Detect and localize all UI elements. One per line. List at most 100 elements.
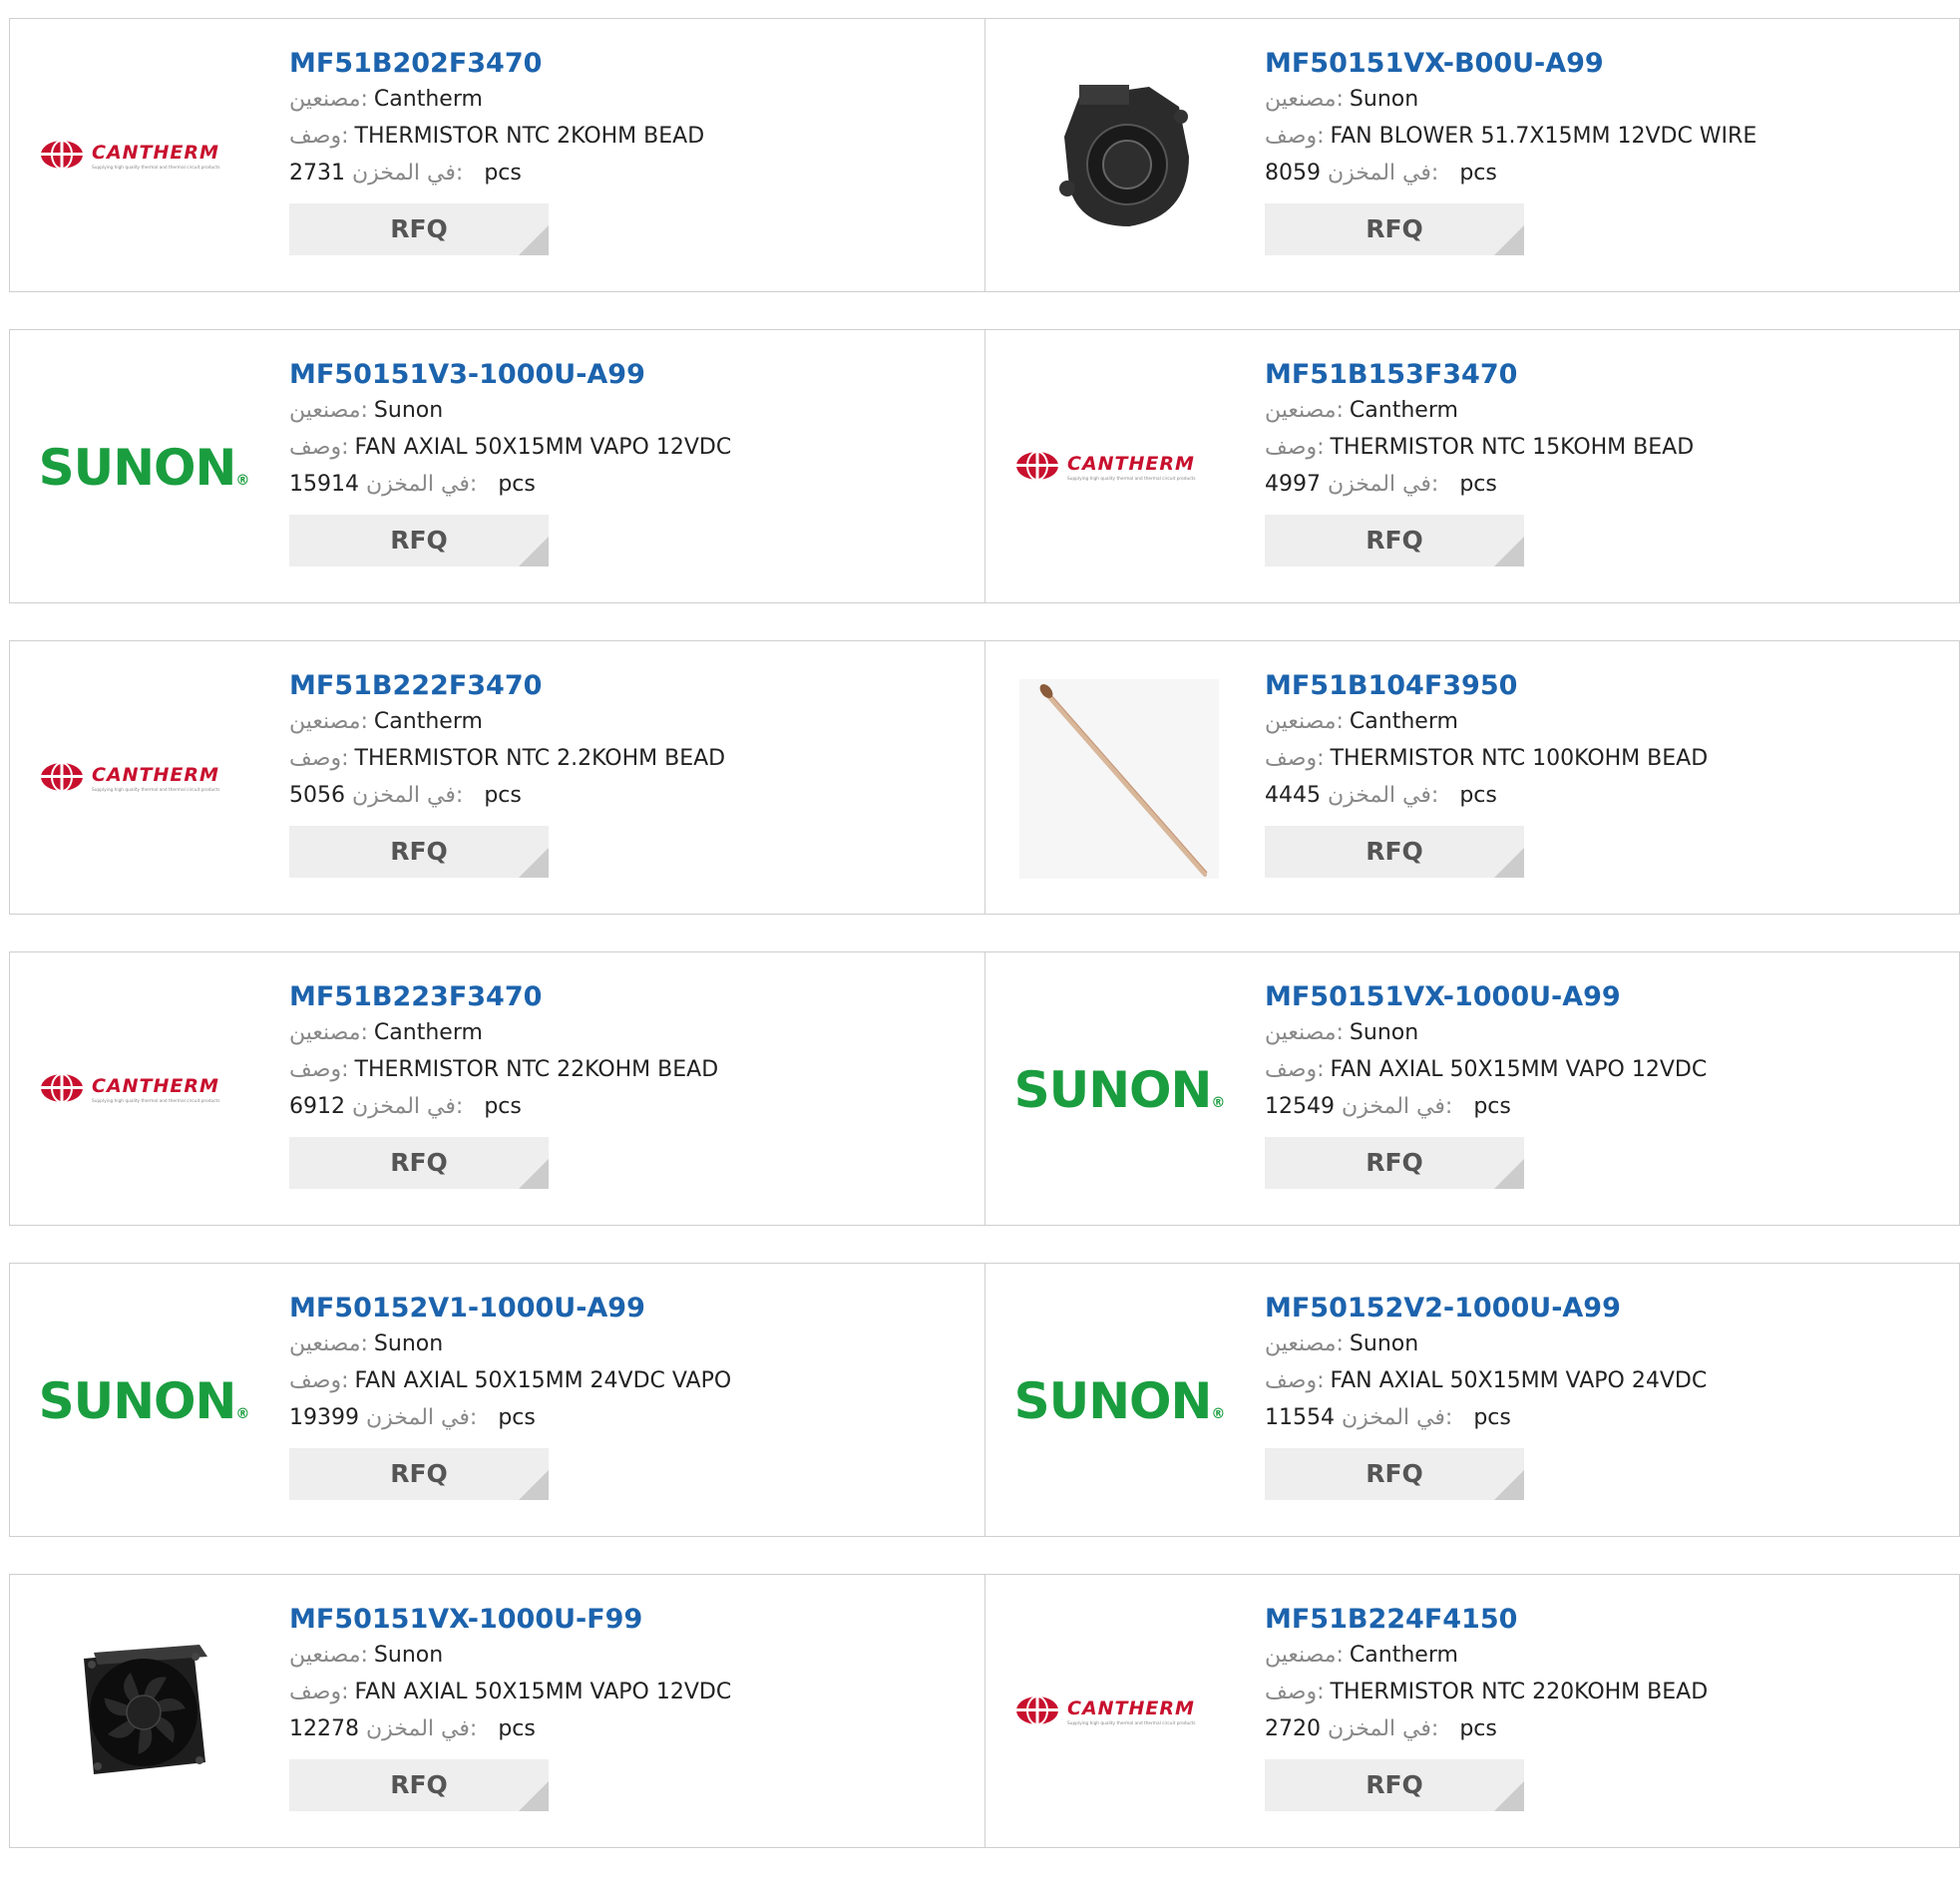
rfq-button[interactable]: RFQ bbox=[289, 515, 549, 566]
product-image[interactable]: SUNON® bbox=[39, 394, 250, 542]
description-label: وصف: bbox=[289, 435, 349, 460]
manufacturer-label: مصنعين: bbox=[289, 398, 368, 423]
stock-label: في المخزن: bbox=[352, 1094, 464, 1119]
manufacturer-row: مصنعين: Cantherm bbox=[289, 85, 968, 122]
stock-row: 5056 في المخزن: pcs bbox=[289, 781, 968, 818]
manufacturer-label: مصنعين: bbox=[1265, 87, 1344, 112]
rfq-button[interactable]: RFQ bbox=[1265, 203, 1524, 255]
description-value: THERMISTOR NTC 2.2KOHM BEAD bbox=[354, 746, 726, 771]
svg-text:CANTHERM: CANTHERM bbox=[92, 142, 219, 164]
rfq-button[interactable]: RFQ bbox=[289, 1137, 549, 1189]
manufacturer-label: مصنعين: bbox=[1265, 709, 1344, 734]
rfq-label: RFQ bbox=[390, 1148, 448, 1177]
stock-label: في المخزن: bbox=[352, 161, 464, 186]
rfq-button[interactable]: RFQ bbox=[289, 1448, 549, 1500]
product-image[interactable] bbox=[40, 1639, 247, 1786]
cantherm-logo: CANTHERMSupplying high quality thermal a… bbox=[1016, 451, 1196, 482]
button-corner-decoration bbox=[1494, 1781, 1524, 1811]
axial-fan-image bbox=[84, 1645, 207, 1774]
stock-value: 4997 bbox=[1265, 472, 1321, 497]
manufacturer-value: Cantherm bbox=[1349, 398, 1458, 423]
part-number-link[interactable]: MF51B222F3470 bbox=[289, 669, 968, 707]
description-row: وصف: THERMISTOR NTC 2KOHM BEAD bbox=[289, 122, 968, 159]
part-number-link[interactable]: MF50151VX-1000U-A99 bbox=[1265, 980, 1943, 1018]
manufacturer-value: Sunon bbox=[373, 1331, 444, 1356]
manufacturer-row: مصنعين: Cantherm bbox=[289, 707, 968, 744]
part-number-link[interactable]: MF50152V2-1000U-A99 bbox=[1265, 1292, 1943, 1329]
rfq-button[interactable]: RFQ bbox=[289, 1759, 549, 1811]
product-image[interactable]: CANTHERM Supplying high quality thermal a… bbox=[1015, 1639, 1223, 1786]
rfq-label: RFQ bbox=[390, 1770, 448, 1799]
part-number-link[interactable]: MF51B104F3950 bbox=[1265, 669, 1943, 707]
product-row: CANTHERM Supplying high quality thermal a… bbox=[9, 951, 1960, 1226]
product-row: SUNON® MF50151V3-1000U-A99 مصنعين: Sunon … bbox=[9, 329, 1960, 603]
rfq-button[interactable]: RFQ bbox=[1265, 1448, 1524, 1500]
part-number-link[interactable]: MF50151VX-1000U-F99 bbox=[289, 1603, 968, 1641]
rfq-label: RFQ bbox=[1366, 1148, 1423, 1177]
part-number-link[interactable]: MF51B202F3470 bbox=[289, 47, 968, 85]
product-row: MF50151VX-1000U-F99 مصنعين: Sunon وصف: FAN… bbox=[9, 1574, 1960, 1848]
product-image[interactable]: CANTHERM Supplying high quality thermal a… bbox=[40, 1016, 247, 1164]
rfq-button[interactable]: RFQ bbox=[289, 203, 549, 255]
rfq-button[interactable]: RFQ bbox=[1265, 515, 1524, 566]
product-image[interactable] bbox=[1015, 83, 1223, 230]
rfq-button[interactable]: RFQ bbox=[1265, 826, 1524, 878]
cantherm-logo: CANTHERMSupplying high quality thermal a… bbox=[41, 1073, 220, 1104]
description-label: وصف: bbox=[289, 1368, 349, 1393]
part-number-link[interactable]: MF50151VX-B00U-A99 bbox=[1265, 47, 1943, 85]
blower-fan-image bbox=[1059, 85, 1189, 226]
part-number-link[interactable]: MF50152V1-1000U-A99 bbox=[289, 1292, 968, 1329]
product-image[interactable]: SUNON® bbox=[1013, 1016, 1226, 1164]
product-image[interactable]: CANTHERM Supplying high quality thermal a… bbox=[40, 705, 247, 853]
manufacturer-label: مصنعين: bbox=[1265, 1020, 1344, 1045]
rfq-button[interactable]: RFQ bbox=[1265, 1759, 1524, 1811]
product-card: CANTHERM Supplying high quality thermal a… bbox=[984, 1575, 1959, 1847]
manufacturer-label: مصنعين: bbox=[289, 87, 368, 112]
stock-unit: pcs bbox=[1473, 1405, 1511, 1430]
product-image[interactable] bbox=[1015, 679, 1223, 879]
manufacturer-label: مصنعين: bbox=[289, 1643, 368, 1668]
stock-row: 2731 في المخزن: pcs bbox=[289, 159, 968, 195]
product-row: SUNON® MF50152V1-1000U-A99 مصنعين: Sunon … bbox=[9, 1263, 1960, 1537]
product-card: CANTHERM Supplying high quality thermal a… bbox=[10, 641, 984, 914]
button-corner-decoration bbox=[519, 848, 549, 878]
manufacturer-row: مصنعين: Sunon bbox=[289, 1641, 968, 1678]
product-image[interactable]: SUNON® bbox=[1014, 1327, 1226, 1475]
stock-row: 11554 في المخزن: pcs bbox=[1265, 1403, 1943, 1440]
stock-label: في المخزن: bbox=[1328, 783, 1439, 808]
stock-unit: pcs bbox=[484, 161, 522, 186]
manufacturer-row: مصنعين: Cantherm bbox=[1265, 707, 1943, 744]
product-card: MF50151VX-B00U-A99 مصنعين: Sunon وصف: FAN … bbox=[984, 19, 1959, 291]
product-info: MF50152V2-1000U-A99 مصنعين: Sunon وصف: FAN… bbox=[1265, 1292, 1943, 1500]
stock-unit: pcs bbox=[498, 1405, 536, 1430]
product-image[interactable]: CANTHERM Supplying high quality thermal a… bbox=[40, 83, 247, 230]
stock-unit: pcs bbox=[1459, 161, 1497, 186]
svg-text:CANTHERM: CANTHERM bbox=[1067, 1697, 1195, 1719]
part-number-link[interactable]: MF51B223F3470 bbox=[289, 980, 968, 1018]
sunon-registered-mark: ® bbox=[235, 473, 249, 489]
thermistor-bead-image bbox=[1019, 679, 1219, 879]
part-number-link[interactable]: MF51B153F3470 bbox=[1265, 358, 1943, 396]
rfq-button[interactable]: RFQ bbox=[289, 826, 549, 878]
stock-row: 19399 في المخزن: pcs bbox=[289, 1403, 968, 1440]
description-value: THERMISTOR NTC 2KOHM BEAD bbox=[354, 124, 705, 149]
cantherm-logo: CANTHERMSupplying high quality thermal a… bbox=[41, 140, 220, 171]
product-image[interactable]: SUNON® bbox=[39, 1327, 250, 1475]
svg-text:CANTHERM: CANTHERM bbox=[92, 764, 219, 786]
description-row: وصف: FAN AXIAL 50X15MM VAPO 12VDC bbox=[289, 433, 968, 470]
part-number-link[interactable]: MF50151V3-1000U-A99 bbox=[289, 358, 968, 396]
product-image[interactable]: CANTHERM Supplying high quality thermal a… bbox=[1015, 394, 1223, 542]
manufacturer-label: مصنعين: bbox=[1265, 398, 1344, 423]
stock-row: 15914 في المخزن: pcs bbox=[289, 470, 968, 507]
manufacturer-label: مصنعين: bbox=[289, 1331, 368, 1356]
description-label: وصف: bbox=[289, 746, 349, 771]
part-number-link[interactable]: MF51B224F4150 bbox=[1265, 1603, 1943, 1641]
manufacturer-label: مصنعين: bbox=[289, 709, 368, 734]
description-value: FAN AXIAL 50X15MM 24VDC VAPO bbox=[354, 1368, 732, 1393]
stock-value: 11554 bbox=[1265, 1405, 1335, 1430]
sunon-logo-text: SUNON bbox=[1013, 1061, 1213, 1119]
button-corner-decoration bbox=[519, 225, 549, 255]
description-row: وصف: THERMISTOR NTC 15KOHM BEAD bbox=[1265, 433, 1943, 470]
rfq-button[interactable]: RFQ bbox=[1265, 1137, 1524, 1189]
product-info: MF50151VX-1000U-A99 مصنعين: Sunon وصف: FAN… bbox=[1265, 980, 1943, 1189]
